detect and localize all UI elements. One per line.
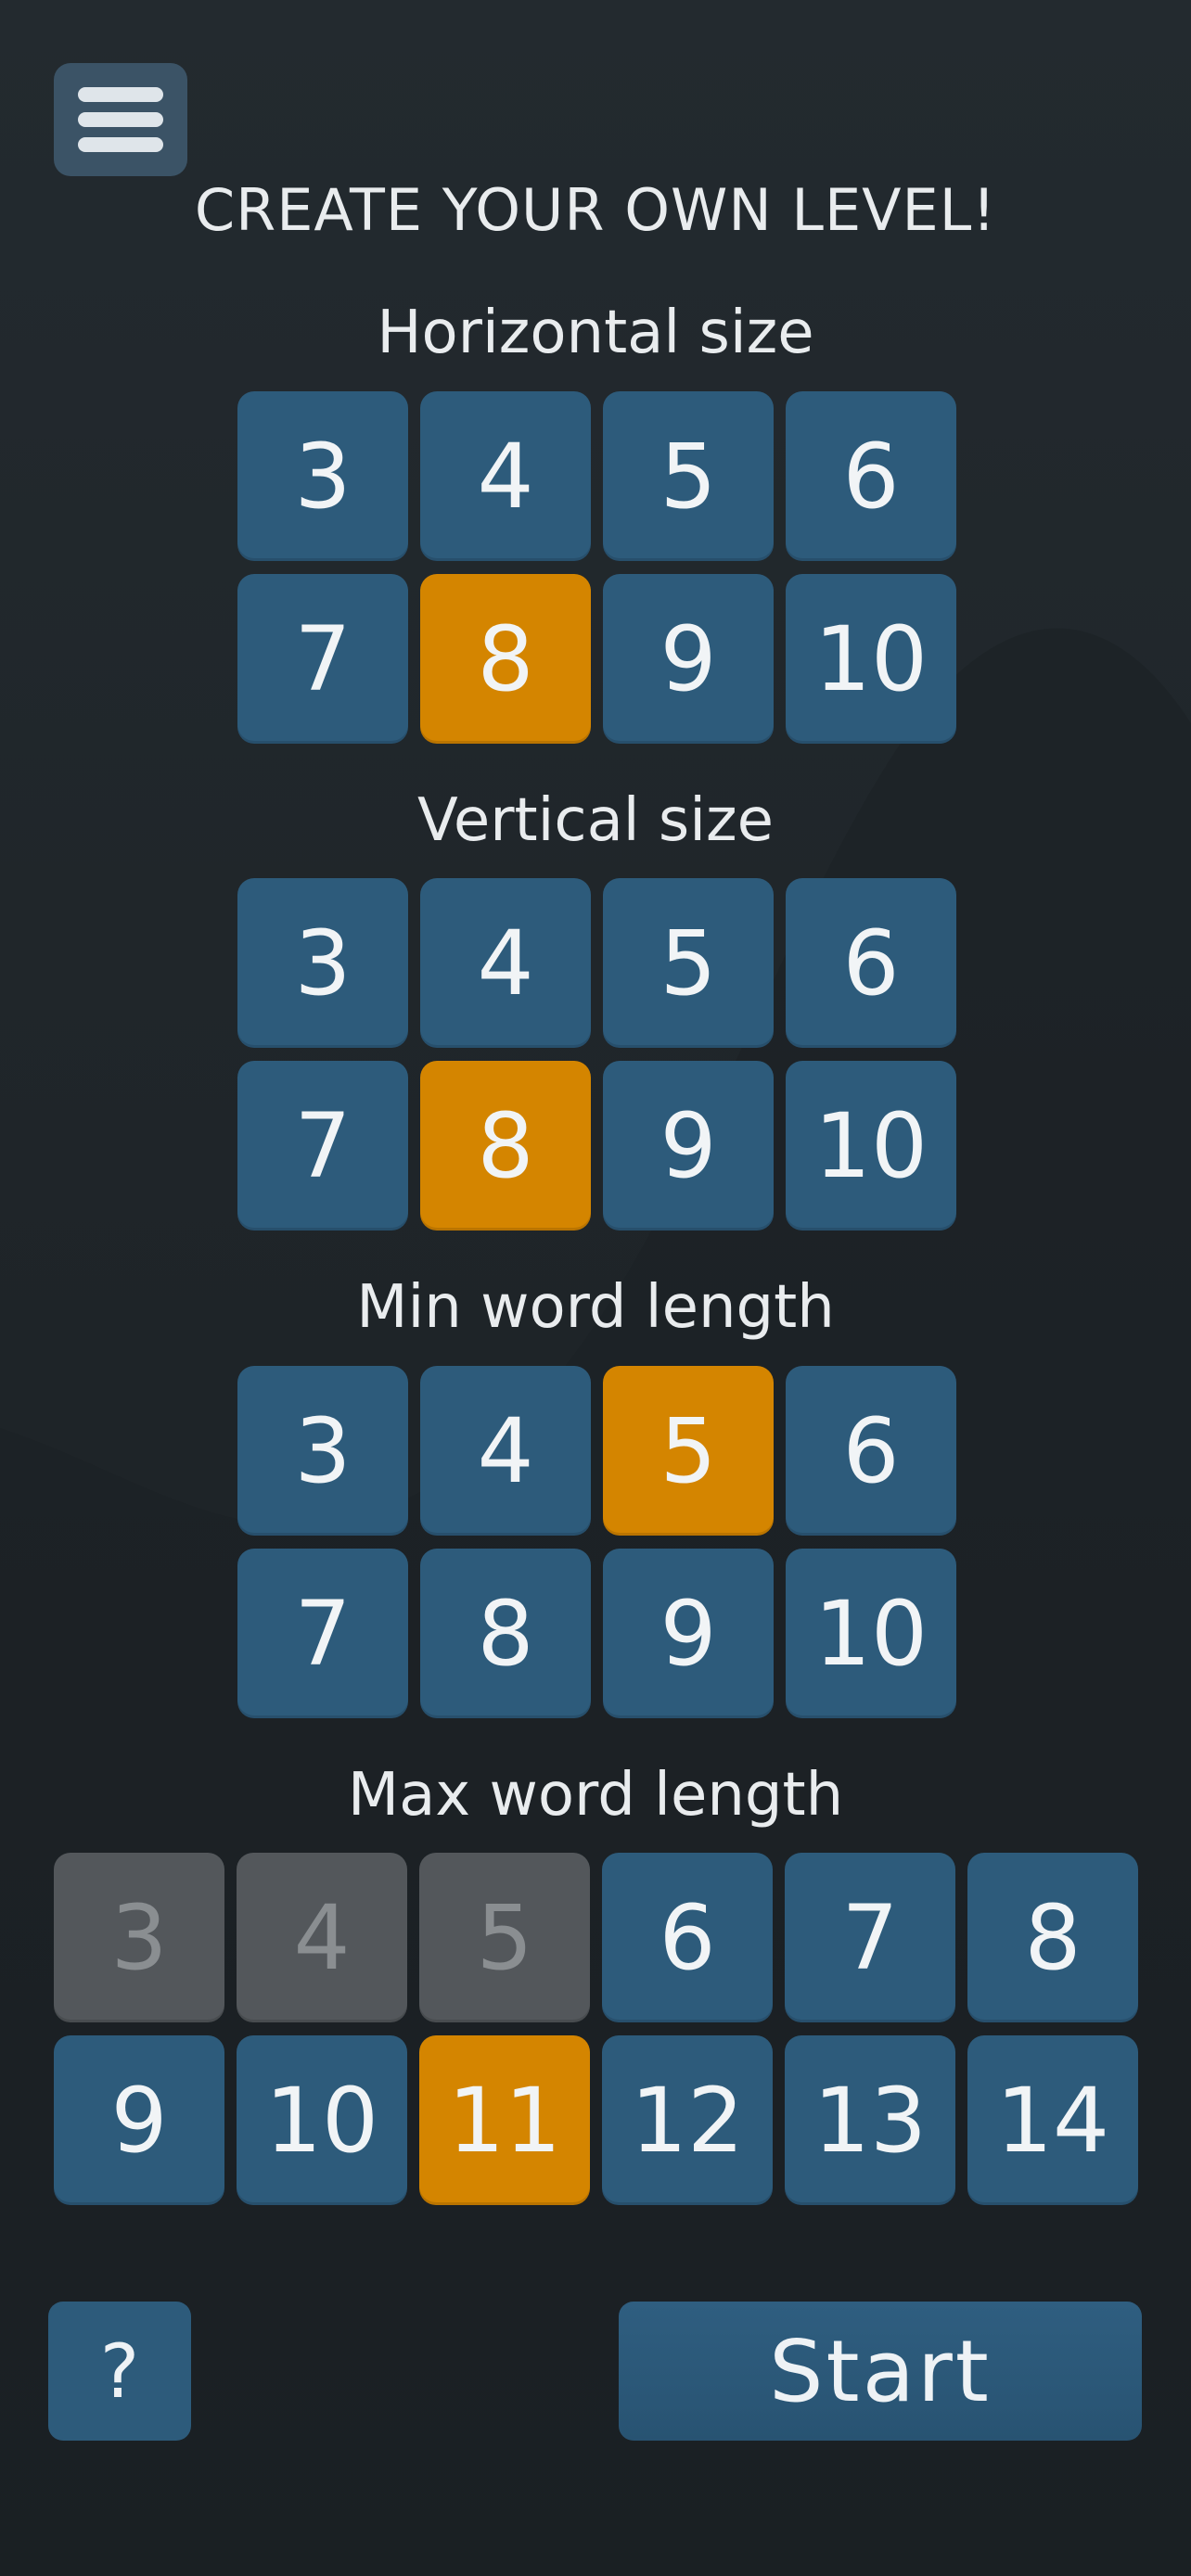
option-tile[interactable]: 9 — [603, 1549, 774, 1718]
option-tile-disabled: 3 — [54, 1853, 224, 2022]
option-tile[interactable]: 9 — [603, 1061, 774, 1231]
option-tile[interactable]: 4 — [420, 391, 591, 561]
option-tile[interactable]: 5 — [603, 878, 774, 1048]
option-tile-selected[interactable]: 8 — [420, 574, 591, 744]
option-tile[interactable]: 9 — [603, 574, 774, 744]
option-tile[interactable]: 10 — [786, 1061, 956, 1231]
option-tile[interactable]: 10 — [786, 1549, 956, 1718]
option-tile[interactable]: 8 — [420, 1549, 591, 1718]
menu-bar-icon — [78, 137, 163, 152]
option-tile[interactable]: 6 — [602, 1853, 773, 2022]
start-button[interactable]: Start — [619, 2302, 1142, 2441]
option-tile[interactable]: 10 — [786, 574, 956, 744]
menu-bar-icon — [78, 87, 163, 102]
vertical-size-label: Vertical size — [417, 786, 774, 855]
option-tile[interactable]: 7 — [237, 1549, 408, 1718]
option-tile[interactable]: 14 — [967, 2035, 1138, 2205]
option-tile[interactable]: 7 — [785, 1853, 955, 2022]
option-tile-disabled: 4 — [237, 1853, 407, 2022]
min-word-length-label: Min word length — [356, 1273, 835, 1342]
horizontal-size-label: Horizontal size — [377, 299, 814, 367]
option-tile[interactable]: 8 — [967, 1853, 1138, 2022]
option-tile[interactable]: 12 — [602, 2035, 773, 2205]
option-tile[interactable]: 7 — [237, 1061, 408, 1231]
option-tile-selected[interactable]: 8 — [420, 1061, 591, 1231]
option-tile[interactable]: 6 — [786, 1366, 956, 1536]
horizontal-size-grid: 3 4 5 6 7 8 9 10 — [237, 391, 956, 744]
max-word-length-label: Max word length — [347, 1761, 844, 1830]
option-tile[interactable]: 5 — [603, 391, 774, 561]
option-tile[interactable]: 9 — [54, 2035, 224, 2205]
option-tile[interactable]: 13 — [785, 2035, 955, 2205]
vertical-size-grid: 3 4 5 6 7 8 9 10 — [237, 878, 956, 1231]
max-word-length-grid: 3 4 5 6 7 8 9 10 11 12 13 14 — [54, 1853, 1138, 2205]
option-tile[interactable]: 4 — [420, 1366, 591, 1536]
option-tile[interactable]: 10 — [237, 2035, 407, 2205]
page-title: CREATE YOUR OWN LEVEL! — [194, 176, 997, 244]
option-tile[interactable]: 7 — [237, 574, 408, 744]
option-tile[interactable]: 3 — [237, 391, 408, 561]
menu-button[interactable] — [54, 63, 187, 176]
menu-bar-icon — [78, 112, 163, 127]
help-button[interactable]: ? — [48, 2302, 191, 2441]
option-tile[interactable]: 3 — [237, 878, 408, 1048]
option-tile-selected[interactable]: 11 — [419, 2035, 590, 2205]
min-word-length-grid: 3 4 5 6 7 8 9 10 — [237, 1366, 956, 1718]
option-tile[interactable]: 6 — [786, 878, 956, 1048]
option-tile[interactable]: 6 — [786, 391, 956, 561]
option-tile[interactable]: 4 — [420, 878, 591, 1048]
option-tile-selected[interactable]: 5 — [603, 1366, 774, 1536]
option-tile-disabled: 5 — [419, 1853, 590, 2022]
option-tile[interactable]: 3 — [237, 1366, 408, 1536]
